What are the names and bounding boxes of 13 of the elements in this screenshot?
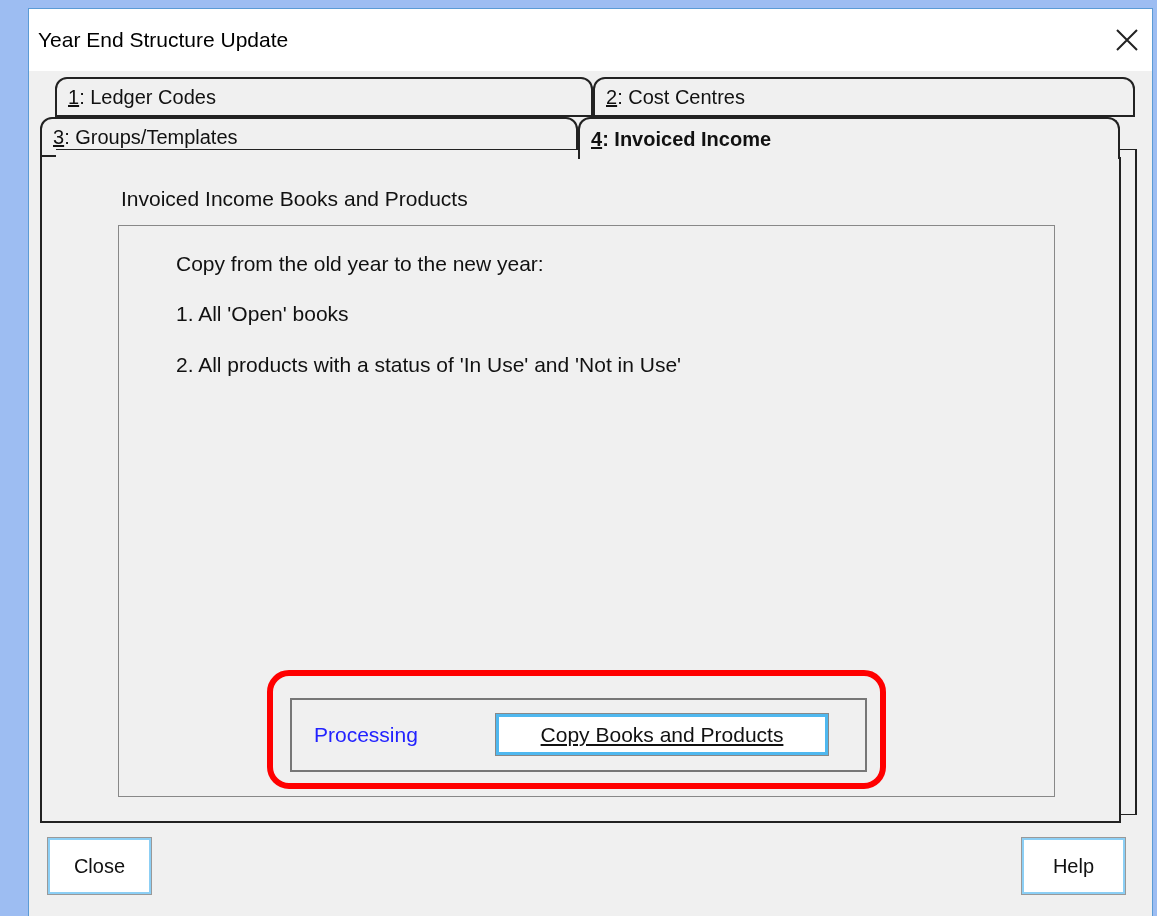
section-heading: Invoiced Income Books and Products	[121, 187, 468, 210]
status-text: Processing	[314, 721, 418, 748]
dialog-button[interactable]: Close	[48, 838, 151, 894]
tab[interactable]: 4: Invoiced Income	[578, 117, 1120, 159]
instruction-text: 1. All 'Open' books	[176, 301, 350, 327]
tab[interactable]: 2: Cost Centres	[593, 77, 1135, 117]
instruction-text: 2. All products with a status of 'In Use' and 'Not in Use'	[176, 351, 683, 378]
dialog-button[interactable]: Help	[1022, 838, 1125, 894]
copy-button[interactable]: Copy Books and Products	[496, 714, 828, 755]
instruction-text: Copy from the old year to the new year:	[176, 250, 545, 277]
close-icon[interactable]	[1116, 29, 1138, 51]
tab[interactable]: 1: Ledger Codes	[55, 77, 593, 117]
window-title: Year End Structure Update	[38, 27, 289, 54]
